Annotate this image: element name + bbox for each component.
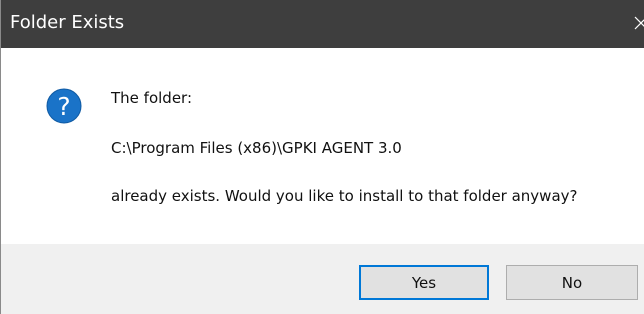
no-button[interactable]: No xyxy=(506,265,638,300)
message-area: ? The folder: C:\Program Files (x86)\GPK… xyxy=(1,48,644,244)
yes-button[interactable]: Yes xyxy=(359,265,489,300)
folder-exists-dialog: Folder Exists ? The folder: C:\Program F… xyxy=(0,0,644,314)
close-button[interactable] xyxy=(631,0,644,48)
button-bar: Yes No xyxy=(1,244,644,314)
message-folder-path: C:\Program Files (x86)\GPKI AGENT 3.0 xyxy=(111,139,402,157)
window-title: Folder Exists xyxy=(10,12,125,33)
question-icon: ? xyxy=(46,88,82,124)
close-icon xyxy=(634,16,644,30)
svg-text:?: ? xyxy=(57,92,70,121)
message-line-heading: The folder: xyxy=(111,89,192,107)
title-bar[interactable]: Folder Exists xyxy=(1,0,644,48)
message-question: already exists. Would you like to instal… xyxy=(111,187,578,205)
